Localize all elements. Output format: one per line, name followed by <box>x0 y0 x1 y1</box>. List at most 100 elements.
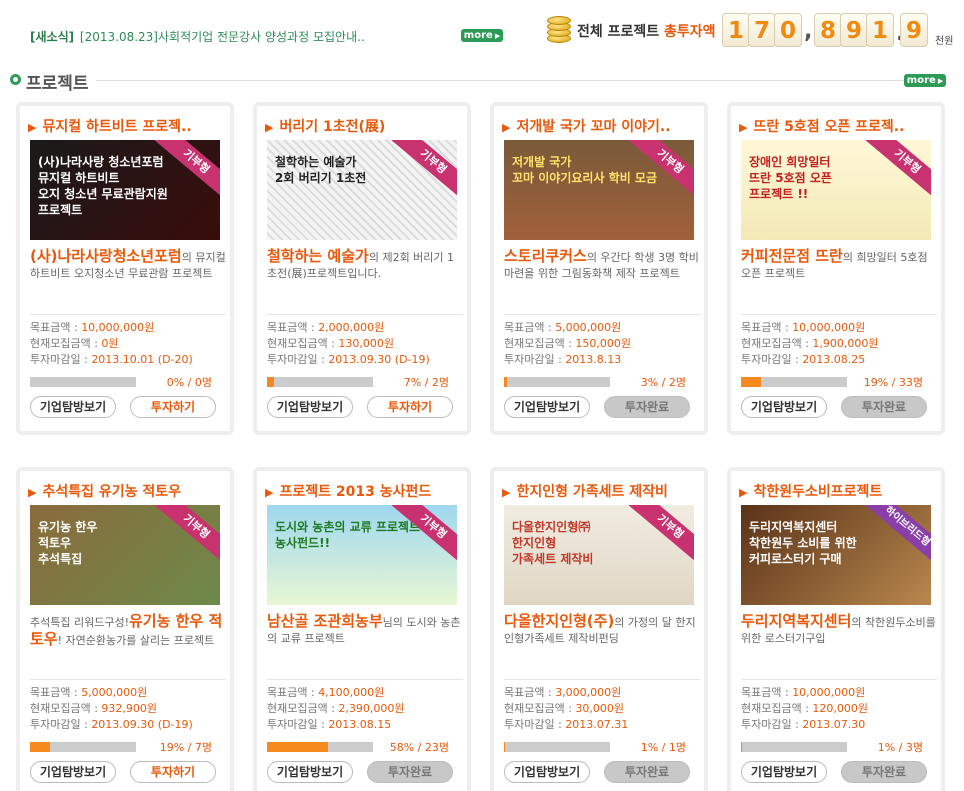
divider <box>504 314 700 315</box>
project-thumbnail[interactable]: 저개발 국가 꼬마 이야기요리사 학비 모금 기부형 <box>504 140 694 240</box>
organization-name[interactable]: (사)나라사랑청소년포럼 <box>30 247 182 265</box>
investment-complete-button[interactable]: 투자완료 <box>841 396 927 418</box>
explore-company-button[interactable]: 기업탐방보기 <box>741 396 827 418</box>
invest-button[interactable]: 투자하기 <box>130 396 216 418</box>
projects-more-button[interactable]: more ▶ <box>904 74 946 87</box>
current-label: 현재모집금액 : <box>741 337 813 350</box>
news-text[interactable]: [2013.08.23]사회적기업 전문강사 양성과정 모집안내.. <box>80 30 365 44</box>
current-row: 현재모집금액 : 1,900,000원 <box>741 336 879 352</box>
explore-company-button[interactable]: 기업탐방보기 <box>30 761 116 783</box>
explore-company-button[interactable]: 기업탐방보기 <box>504 396 590 418</box>
deadline-row: 투자마감일 : 2013.09.30 (D-19) <box>267 352 430 368</box>
project-description: 추석특집 리워드구성!유기농 한우 적토우! 자연순환농가를 살리는 프로젝트 <box>30 613 226 649</box>
counter-digit: 7 <box>748 13 776 47</box>
organization-name[interactable]: 커피전문점 뜨란 <box>741 247 843 265</box>
investment-complete-button[interactable]: 투자완료 <box>604 761 690 783</box>
progress-fill <box>504 377 508 387</box>
progress-text: 1% / 3명 <box>877 741 923 754</box>
project-thumbnail[interactable]: (사)나라사랑 청소년포럼 뮤지컬 하트비트 오지 청소년 무료관람지원 프로젝… <box>30 140 220 240</box>
project-title[interactable]: ▶ 추석특집 유기농 적토우 <box>28 481 228 501</box>
counter-digit: 0 <box>774 13 802 47</box>
project-thumbnail[interactable]: 철학하는 예술가 2회 버리기 1초전 기부형 <box>267 140 457 240</box>
projects-section-header: 프로젝트 <box>8 68 953 94</box>
progress-bar <box>504 742 610 752</box>
project-title-text: 저개발 국가 꼬마 이야기.. <box>516 119 671 135</box>
project-card[interactable]: ▶ 저개발 국가 꼬마 이야기.. 저개발 국가 꼬마 이야기요리사 학비 모금 … <box>490 102 708 435</box>
project-title[interactable]: ▶ 프로젝트 2013 농사펀드 <box>265 481 465 501</box>
deadline-row: 투자마감일 : 2013.08.15 <box>267 717 405 733</box>
organization-name[interactable]: 다올한지인형(주) <box>504 612 614 630</box>
project-thumbnail[interactable]: 다올한지인형㈜ 한지인형 가족세트 제작비 기부형 <box>504 505 694 605</box>
project-card[interactable]: ▶ 추석특집 유기농 적토우 유기농 한우 적토우 추석특집 기부형 추석특집 리… <box>16 467 234 791</box>
organization-name[interactable]: 남산골 조관희농부 <box>267 612 383 630</box>
current-row: 현재모집금액 : 150,000원 <box>504 336 631 352</box>
project-title-text: 뜨란 5호점 오픈 프로젝.. <box>753 119 905 135</box>
project-card[interactable]: ▶ 버리기 1초전(展) 철학하는 예술가 2회 버리기 1초전 기부형 철학하는… <box>253 102 471 435</box>
project-title[interactable]: ▶ 뮤지컬 하트비트 프로젝.. <box>28 116 228 136</box>
deadline-row: 투자마감일 : 2013.8.13 <box>504 352 631 368</box>
project-thumbnail[interactable]: 두리지역복지센터 착한원두 소비를 위한 커피로스터기 구매 하이브리드형 <box>741 505 931 605</box>
project-card[interactable]: ▶ 뮤지컬 하트비트 프로젝.. (사)나라사랑 청소년포럼 뮤지컬 하트비트 오… <box>16 102 234 435</box>
current-row: 현재모집금액 : 932,900원 <box>30 701 193 717</box>
project-thumbnail[interactable]: 도시와 농촌의 교류 프로젝트 농사펀드!! 기부형 <box>267 505 457 605</box>
current-row: 현재모집금액 : 120,000원 <box>741 701 868 717</box>
current-value: 150,000원 <box>575 337 632 350</box>
project-type-ribbon: 기부형 <box>863 140 931 201</box>
project-title-text: 버리기 1초전(展) <box>279 119 386 135</box>
project-type-ribbon: 하이브리드형 <box>863 505 931 566</box>
goal-value: 2,000,000원 <box>318 321 385 334</box>
organization-name[interactable]: 두리지역복지센터 <box>741 612 851 630</box>
current-label: 현재모집금액 : <box>504 337 576 350</box>
news-more-button[interactable]: more ▶ <box>461 29 503 42</box>
divider <box>30 314 226 315</box>
deadline-value: 2013.08.25 <box>802 353 866 366</box>
arrow-right-icon: ▶ <box>265 486 274 499</box>
thumbnail-caption: 철학하는 예술가 2회 버리기 1초전 <box>275 155 367 185</box>
project-title[interactable]: ▶ 착한원두소비프로젝트 <box>739 481 939 501</box>
progress-text: 0% / 0명 <box>166 376 212 389</box>
explore-company-button[interactable]: 기업탐방보기 <box>741 761 827 783</box>
investment-complete-button[interactable]: 투자완료 <box>841 761 927 783</box>
thumbnail-caption: 장애인 희망일터 뜨란 5호점 오픈 프로젝트 !! <box>749 155 832 201</box>
organization-name[interactable]: 철학하는 예술가 <box>267 247 369 265</box>
counter-digit: 1 <box>722 13 750 47</box>
explore-company-button[interactable]: 기업탐방보기 <box>267 396 353 418</box>
total-investment-label: 전체 프로젝트 총투자액 <box>577 21 716 41</box>
divider <box>741 314 937 315</box>
current-value: 932,900원 <box>101 702 158 715</box>
current-label: 현재모집금액 : <box>30 702 102 715</box>
invest-button[interactable]: 투자하기 <box>367 396 453 418</box>
counter-digit: 1 <box>866 13 894 47</box>
current-label: 현재모집금액 : <box>504 702 576 715</box>
organization-name[interactable]: 스토리쿠커스 <box>504 247 587 265</box>
project-stats: 목표금액 : 2,000,000원 현재모집금액 : 130,000원 투자마감… <box>267 320 430 368</box>
investment-complete-button[interactable]: 투자완료 <box>604 396 690 418</box>
counter-digit: 9 <box>900 13 928 47</box>
total-label-highlight: 총투자액 <box>664 24 716 40</box>
project-card[interactable]: ▶ 뜨란 5호점 오픈 프로젝.. 장애인 희망일터 뜨란 5호점 오픈 프로젝트… <box>727 102 945 435</box>
news-more-label: more <box>463 30 493 41</box>
project-stats: 목표금액 : 10,000,000원 현재모집금액 : 0원 투자마감일 : 2… <box>30 320 193 368</box>
project-title-text: 한지인형 가족세트 제작비 <box>516 484 668 500</box>
project-card[interactable]: ▶ 착한원두소비프로젝트 두리지역복지센터 착한원두 소비를 위한 커피로스터기 … <box>727 467 945 791</box>
explore-company-button[interactable]: 기업탐방보기 <box>267 761 353 783</box>
project-type-ribbon: 기부형 <box>626 505 694 566</box>
project-card[interactable]: ▶ 한지인형 가족세트 제작비 다올한지인형㈜ 한지인형 가족세트 제작비 기부형… <box>490 467 708 791</box>
project-card[interactable]: ▶ 프로젝트 2013 농사펀드 도시와 농촌의 교류 프로젝트 농사펀드!! 기… <box>253 467 471 791</box>
project-stats: 목표금액 : 10,000,000원 현재모집금액 : 1,900,000원 투… <box>741 320 879 368</box>
progress-text: 3% / 2명 <box>640 376 686 389</box>
investment-complete-button[interactable]: 투자완료 <box>367 761 453 783</box>
explore-company-button[interactable]: 기업탐방보기 <box>30 396 116 418</box>
project-title[interactable]: ▶ 뜨란 5호점 오픈 프로젝.. <box>739 116 939 136</box>
circle-bullet-icon <box>10 74 21 85</box>
project-thumbnail[interactable]: 장애인 희망일터 뜨란 5호점 오픈 프로젝트 !! 기부형 <box>741 140 931 240</box>
project-title[interactable]: ▶ 버리기 1초전(展) <box>265 116 465 136</box>
project-title[interactable]: ▶ 한지인형 가족세트 제작비 <box>502 481 702 501</box>
description-prefix: 추석특집 리워드구성! <box>30 616 129 629</box>
invest-button[interactable]: 투자하기 <box>130 761 216 783</box>
project-thumbnail[interactable]: 유기농 한우 적토우 추석특집 기부형 <box>30 505 220 605</box>
project-title[interactable]: ▶ 저개발 국가 꼬마 이야기.. <box>502 116 702 136</box>
news-ticker[interactable]: [새소식] [2013.08.23]사회적기업 전문강사 양성과정 모집안내.. <box>30 28 365 45</box>
explore-company-button[interactable]: 기업탐방보기 <box>504 761 590 783</box>
thumbnail-caption: 유기농 한우 적토우 추석특집 <box>38 520 98 566</box>
